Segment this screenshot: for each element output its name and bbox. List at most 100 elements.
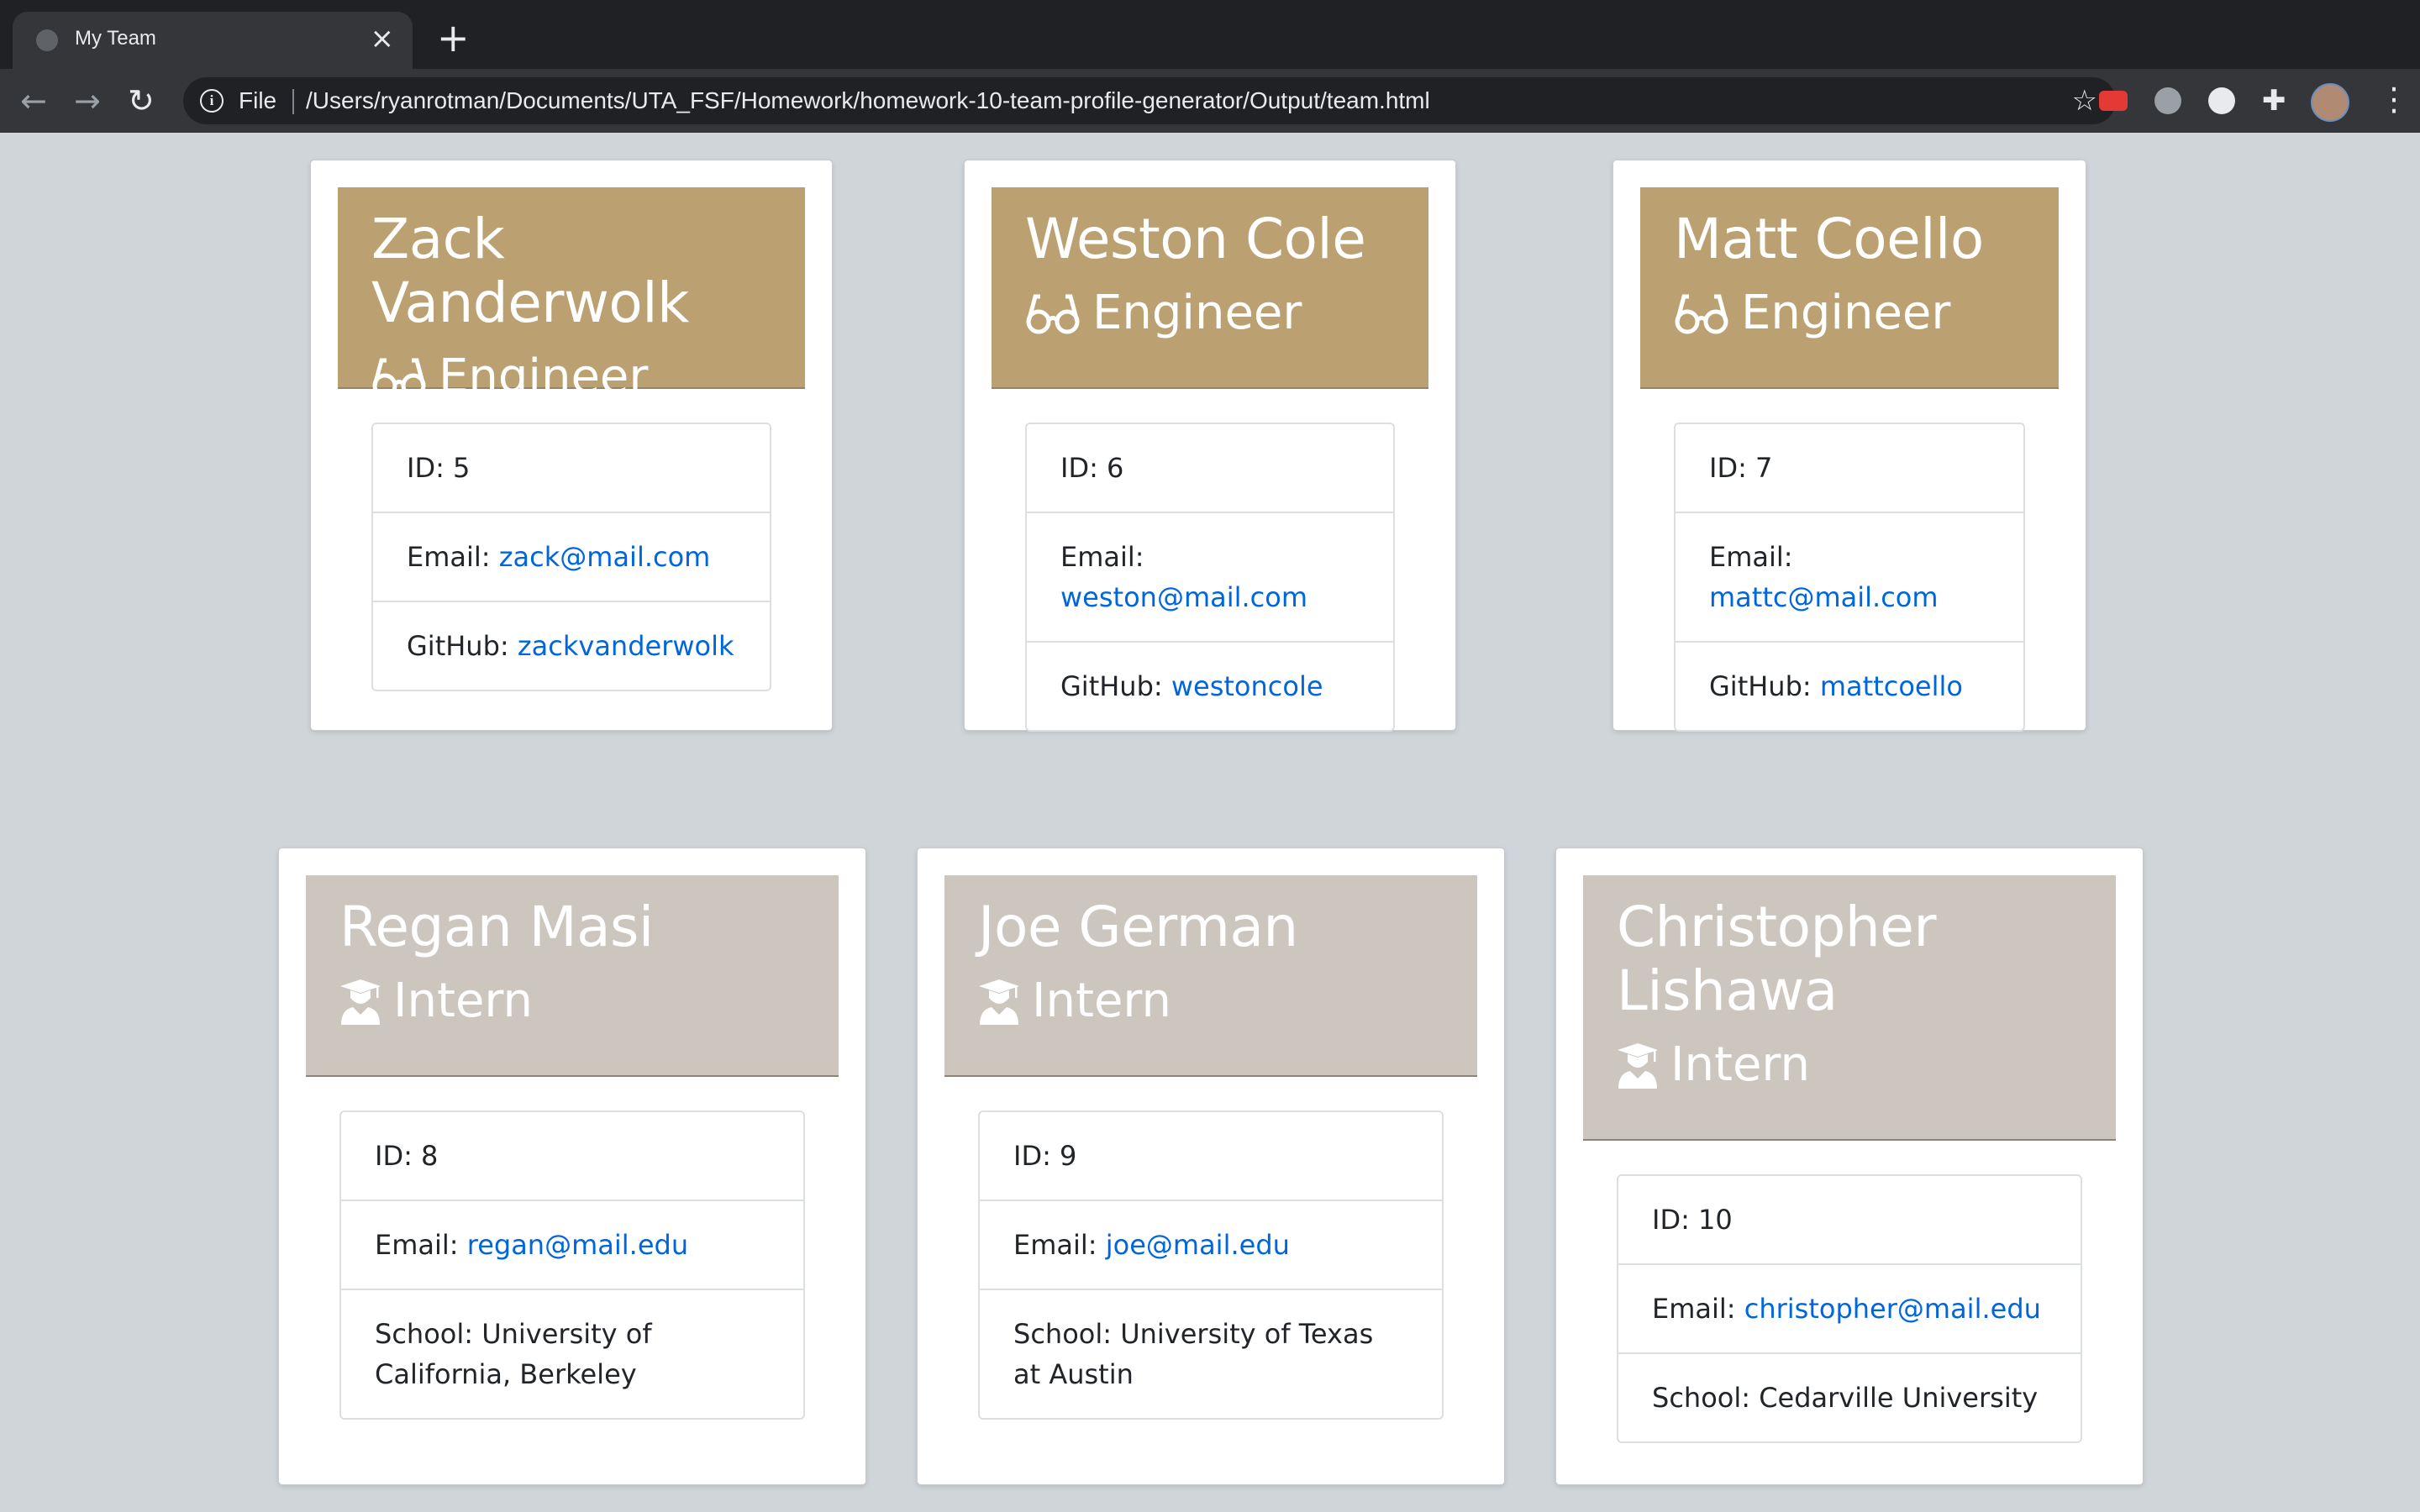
github-link[interactable]: westoncole (1171, 670, 1323, 702)
employee-role: Intern (1617, 1038, 2082, 1092)
role-label: Engineer (1092, 286, 1302, 340)
employee-role: Engineer (1674, 286, 2059, 340)
email-row: Email: christopher@mail.edu (1618, 1265, 2081, 1354)
email-label: Email: (1060, 541, 1144, 573)
github-row: GitHub: mattcoello (1676, 643, 2023, 730)
browser-menu-icon[interactable]: ⋮ (2378, 81, 2410, 118)
graduate-icon (979, 979, 1019, 1025)
graduate-icon (1618, 1043, 1658, 1089)
employee-name: Joe German (978, 895, 1298, 959)
email-label: Email: (407, 541, 499, 573)
glasses-icon (372, 358, 426, 398)
forward-arrow-icon[interactable]: → (74, 82, 101, 119)
email-row: Email: zack@mail.com (373, 513, 770, 602)
employee-name: Regan Masi (339, 895, 654, 959)
globe-icon (36, 29, 58, 51)
email-link[interactable]: mattc@mail.com (1709, 581, 1939, 613)
github-link[interactable]: mattcoello (1820, 670, 1963, 702)
new-tab-button[interactable]: + (437, 18, 470, 57)
id-row: ID: 9 (980, 1112, 1442, 1201)
email-row: Email: mattc@mail.com (1676, 513, 2023, 643)
email-link[interactable]: regan@mail.edu (467, 1229, 688, 1261)
browser-tab[interactable]: My Team × (13, 12, 413, 69)
checkmark-extension-icon[interactable] (2154, 87, 2181, 114)
school-row: School: University of California, Berkel… (341, 1290, 803, 1418)
extensions-puzzle-icon[interactable]: ✚ (2262, 84, 2289, 118)
employee-role: Engineer (371, 350, 805, 404)
employee-role: Intern (339, 974, 839, 1028)
github-link[interactable]: zackvanderwolk (518, 630, 734, 662)
id-value: 7 (1755, 452, 1773, 484)
glasses-icon (1675, 294, 1728, 334)
email-link[interactable]: zack@mail.com (499, 541, 711, 573)
clock-extension-icon[interactable] (2208, 87, 2235, 114)
email-link[interactable]: joe@mail.edu (1106, 1229, 1290, 1261)
employee-card: Joe German Intern ID: 9 Email: joe@mail.… (917, 848, 1505, 1485)
github-label: GitHub: (1709, 670, 1820, 702)
employee-name: Matt Coello (1674, 207, 1984, 271)
employee-details: ID: 8 Email: regan@mail.edu School: Univ… (339, 1110, 805, 1420)
id-value: 8 (421, 1140, 439, 1172)
role-label: Intern (1670, 1037, 1810, 1092)
card-header: Zack Vanderwolk Engineer (338, 187, 805, 404)
email-link[interactable]: christopher@mail.edu (1744, 1293, 2041, 1325)
graduate-icon (340, 979, 381, 1025)
card-header: Christopher Lishawa Intern (1583, 875, 2116, 1141)
info-icon[interactable]: i (200, 89, 224, 113)
id-label: ID: (1013, 1140, 1060, 1172)
role-label: Intern (1032, 974, 1171, 1028)
role-label: Intern (393, 974, 533, 1028)
employee-role: Intern (978, 974, 1477, 1028)
id-value: 10 (1698, 1204, 1733, 1236)
github-label: GitHub: (1060, 670, 1171, 702)
employee-card: Weston Cole Engineer ID: 6 Email: weston… (964, 160, 1456, 732)
school-row: School: University of Texas at Austin (980, 1290, 1442, 1418)
glasses-icon (1026, 294, 1080, 334)
id-row: ID: 8 (341, 1112, 803, 1201)
reload-icon[interactable]: ↻ (128, 82, 155, 119)
github-row: GitHub: westoncole (1027, 643, 1393, 730)
employee-name: Zack Vanderwolk (371, 207, 689, 335)
employee-details: ID: 7 Email: mattc@mail.com GitHub: matt… (1674, 423, 2025, 732)
email-label: Email: (1709, 541, 1793, 573)
id-value: 9 (1060, 1140, 1077, 1172)
id-row: ID: 5 (373, 424, 770, 513)
employee-card: Zack Vanderwolk Engineer ID: 5 Email: za… (310, 160, 833, 731)
tab-title: My Team (75, 27, 156, 50)
employee-details: ID: 5 Email: zack@mail.com GitHub: zackv… (371, 423, 771, 691)
employee-details: ID: 6 Email: weston@mail.com GitHub: wes… (1025, 423, 1395, 732)
employee-card: Christopher Lishawa Intern ID: 10 Email:… (1555, 848, 2144, 1485)
tab-strip: My Team × + (0, 0, 2420, 69)
employee-details: ID: 10 Email: christopher@mail.edu Schoo… (1617, 1174, 2082, 1443)
id-label: ID: (375, 1140, 422, 1172)
github-label: GitHub: (407, 630, 518, 662)
back-arrow-icon[interactable]: ← (20, 82, 47, 119)
employee-name: Christopher Lishawa (1617, 895, 1937, 1023)
id-label: ID: (407, 452, 454, 484)
school-label: School: (1652, 1382, 1760, 1414)
close-tab-icon[interactable]: × (371, 22, 395, 55)
profile-avatar[interactable] (2311, 83, 2349, 122)
github-row: GitHub: zackvanderwolk (373, 602, 770, 690)
file-scheme-label: File (239, 87, 277, 113)
browser-toolbar: ← → ↻ i File /Users/ryanrotman/Documents… (0, 69, 2420, 133)
school-label: School: (1013, 1318, 1121, 1350)
url-text[interactable]: /Users/ryanrotman/Documents/UTA_FSF/Home… (306, 87, 1430, 114)
school-row: School: Cedarville University (1618, 1354, 2081, 1441)
bookmark-star-icon[interactable]: ☆ (2072, 84, 2097, 118)
card-header: Matt Coello Engineer (1640, 187, 2059, 389)
email-link[interactable]: weston@mail.com (1060, 581, 1307, 613)
id-row: ID: 10 (1618, 1176, 2081, 1265)
id-label: ID: (1652, 1204, 1699, 1236)
id-value: 6 (1107, 452, 1124, 484)
email-row: Email: weston@mail.com (1027, 513, 1393, 643)
address-separator (292, 89, 294, 114)
email-label: Email: (1652, 1293, 1744, 1325)
employee-role: Engineer (1025, 286, 1428, 340)
screen-recorder-extension-icon[interactable] (2099, 91, 2128, 111)
address-bar[interactable]: i File /Users/ryanrotman/Documents/UTA_F… (183, 77, 2116, 124)
employee-card: Regan Masi Intern ID: 8 Email: regan@mai… (278, 848, 866, 1485)
id-row: ID: 7 (1676, 424, 2023, 513)
employee-name: Weston Cole (1025, 207, 1366, 271)
email-label: Email: (1013, 1229, 1106, 1261)
